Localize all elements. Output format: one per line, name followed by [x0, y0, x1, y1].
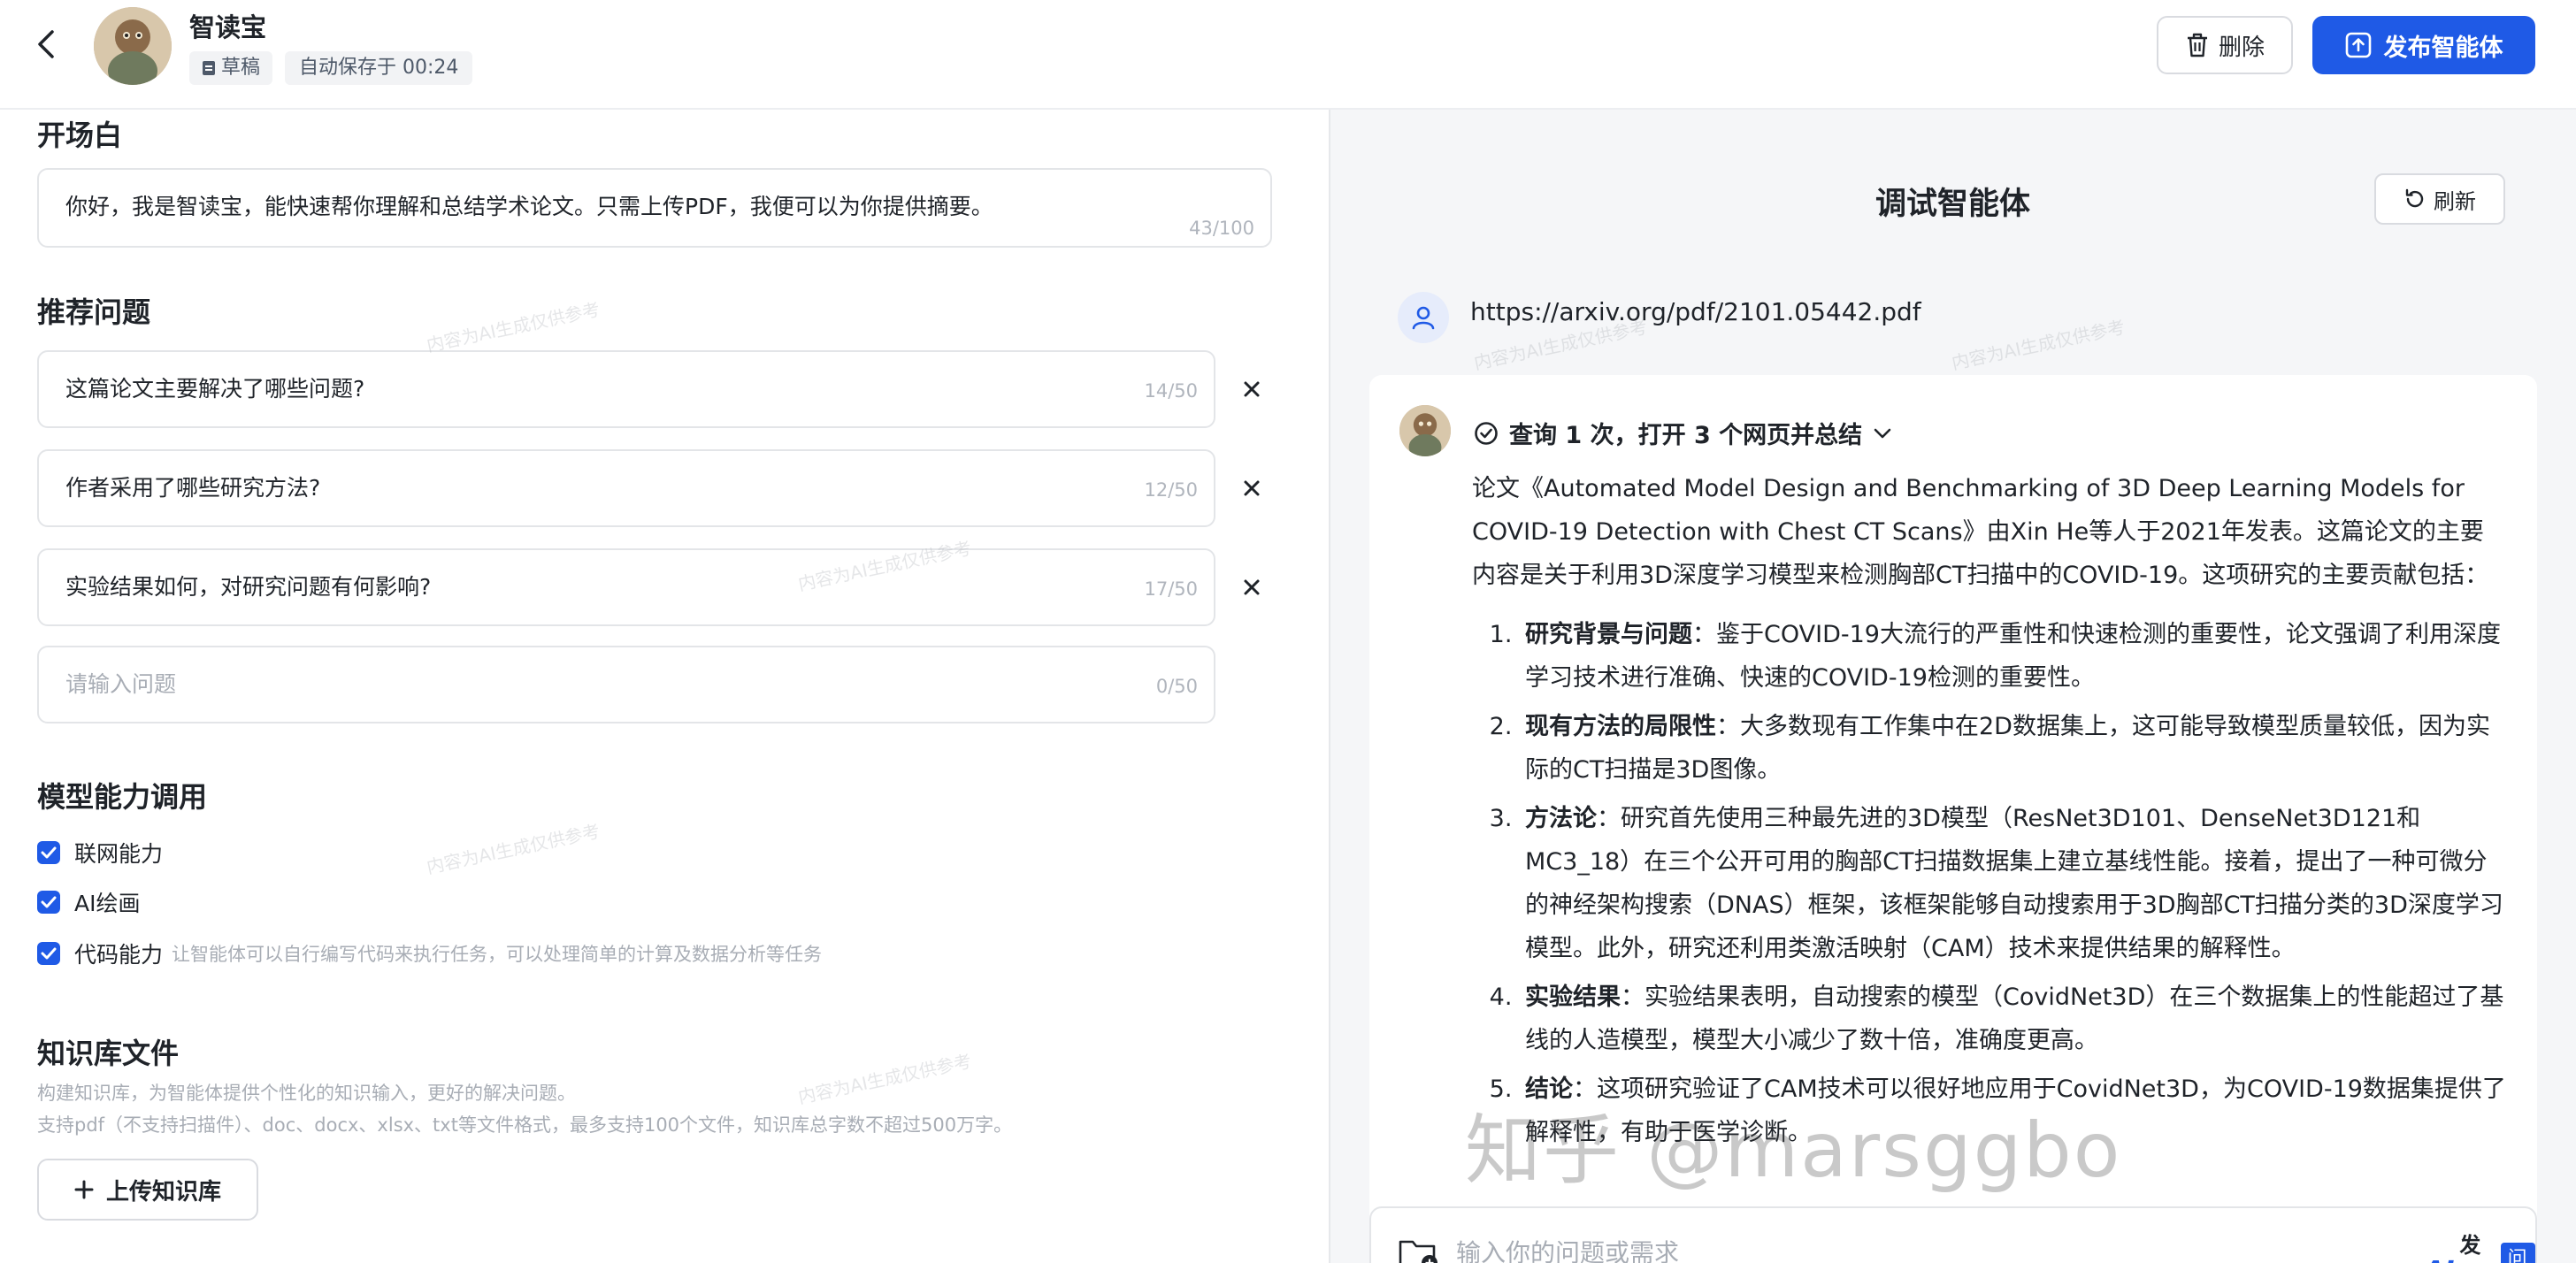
- opening-text: 你好，我是智读宝，能快速帮你理解和总结学术论文。只需上传PDF，我便可以为你提供…: [65, 194, 993, 219]
- trash-icon: [2187, 33, 2207, 57]
- remove-question-1-icon[interactable]: [1238, 376, 1265, 402]
- new-question-input[interactable]: 请输入问题 0/50: [37, 646, 1215, 723]
- draft-status-badge: 草稿: [189, 51, 273, 85]
- agent-config-panel: 开场白 你好，我是智读宝，能快速帮你理解和总结学术论文。只需上传PDF，我便可以…: [0, 110, 1329, 1263]
- capability-label: 联网能力: [74, 841, 164, 867]
- knowledge-format-note: 支持pdf（不支持扫描件）、doc、docx、xlsx、txt等文件格式，最多支…: [37, 1114, 1013, 1136]
- upload-icon: [2345, 32, 2371, 58]
- faint-watermark: 内容为AI生成仅供参考: [795, 1050, 974, 1108]
- point-heading: 方法论: [1525, 805, 1597, 832]
- new-question-placeholder: 请输入问题: [65, 671, 177, 697]
- knowledge-description: 构建知识库，为智能体提供个性化的知识输入，更好的解决问题。: [37, 1083, 576, 1104]
- opening-section-title: 开场白: [37, 119, 123, 152]
- publish-label: 发布智能体: [2383, 34, 2503, 62]
- autosave-badge: 自动保存于 00:24: [285, 51, 473, 85]
- debug-panel-title: 调试智能体: [1875, 187, 2031, 222]
- question-field-3[interactable]: 实验结果如何，对研究问题有何影响? 17/50: [37, 548, 1215, 626]
- upload-knowledge-button[interactable]: 上传知识库: [37, 1159, 258, 1221]
- draft-label: 草稿: [221, 57, 261, 79]
- question-text: 实验结果如何，对研究问题有何影响?: [65, 574, 432, 600]
- checkbox-checked-icon[interactable]: [37, 942, 60, 965]
- point-heading: 结论: [1525, 1075, 1573, 1103]
- brand-logo-mark: AI: [2424, 1256, 2454, 1263]
- question-text: 作者采用了哪些研究方法?: [65, 475, 321, 501]
- agent-title: 智读宝: [189, 12, 267, 42]
- search-summary-toggle[interactable]: 查询 1 次，打开 3 个网页并总结: [1474, 416, 1892, 450]
- remove-question-2-icon[interactable]: [1238, 475, 1265, 501]
- chat-input-bar: AI 发现AI 问答: [1369, 1206, 2537, 1263]
- brand-logo-badge: 问答: [2500, 1243, 2535, 1263]
- answer-intro: 论文《Automated Model Design and Benchmarki…: [1472, 475, 2489, 589]
- capabilities-section-title: 模型能力调用: [37, 780, 208, 814]
- top-bar: 智读宝 草稿 自动保存于 00:24 删除 发布智能体: [0, 0, 2576, 110]
- debug-panel: 调试智能体 刷新 https://arxiv.org/pdf/2101.0544…: [1329, 110, 2576, 1263]
- checkbox-checked-icon[interactable]: [37, 841, 60, 864]
- check-circle-icon: [1475, 421, 1498, 445]
- plus-icon: [74, 1180, 94, 1199]
- delete-button[interactable]: 删除: [2157, 16, 2293, 74]
- point-heading: 研究背景与问题: [1525, 621, 1692, 648]
- brand-logo-text: 发现AI: [2459, 1233, 2481, 1258]
- assistant-avatar: [1399, 405, 1451, 456]
- point-body: ：实验结果表明，自动搜索的模型（CovidNet3D）在三个数据集上的性能超过了…: [1525, 984, 2504, 1054]
- faint-watermark: 内容为AI生成仅供参考: [1949, 316, 2128, 374]
- answer-point: 现有方法的局限性：大多数现有工作集中在2D数据集上，这可能导致模型质量较低，因为…: [1520, 705, 2507, 792]
- answer-point: 结论：这项研究验证了CAM技术可以很好地应用于CovidNet3D，为COVID…: [1520, 1068, 2507, 1154]
- delete-label: 删除: [2218, 34, 2265, 61]
- user-message: https://arxiv.org/pdf/2101.05442.pdf: [1470, 297, 1921, 326]
- point-heading: 现有方法的局限性: [1525, 713, 1716, 740]
- publish-agent-button[interactable]: 发布智能体: [2312, 16, 2535, 74]
- answer-point: 方法论：研究首先使用三种最先进的3D模型（ResNet3D101、DenseNe…: [1520, 797, 2507, 970]
- back-arrow-icon[interactable]: [30, 27, 65, 62]
- answer-points-list: 研究背景与问题：鉴于COVID-19大流行的严重性和快速检测的重要性，论文强调了…: [1472, 613, 2507, 1154]
- attach-folder-icon[interactable]: [1398, 1235, 1440, 1263]
- point-body: ：研究首先使用三种最先进的3D模型（ResNet3D101、DenseNet3D…: [1525, 805, 2503, 962]
- capability-code[interactable]: 代码能力 让智能体可以自行编写代码来执行任务，可以处理简单的计算及数据分析等任务: [37, 936, 822, 971]
- capability-ai-drawing[interactable]: AI绘画: [37, 884, 140, 920]
- question-char-count: 12/50: [1144, 479, 1198, 501]
- chevron-down-icon: [1874, 428, 1891, 438]
- checkbox-checked-icon[interactable]: [37, 891, 60, 914]
- opening-text-field[interactable]: 你好，我是智读宝，能快速帮你理解和总结学术论文。只需上传PDF，我便可以为你提供…: [37, 168, 1272, 248]
- question-field-1[interactable]: 这篇论文主要解决了哪些问题? 14/50: [37, 350, 1215, 428]
- questions-section-title: 推荐问题: [37, 295, 151, 329]
- question-text: 这篇论文主要解决了哪些问题?: [65, 376, 365, 402]
- user-avatar-icon: [1398, 292, 1449, 343]
- upload-label: 上传知识库: [105, 1178, 221, 1206]
- document-icon: [203, 61, 215, 75]
- assistant-answer-card: 查询 1 次，打开 3 个网页并总结 论文《Automated Model De…: [1369, 375, 2537, 1263]
- brand-logo: AI 发现AI 问答: [2424, 1228, 2535, 1263]
- refresh-label: 刷新: [2434, 188, 2476, 214]
- question-field-2[interactable]: 作者采用了哪些研究方法? 12/50: [37, 449, 1215, 527]
- faint-watermark: 内容为AI生成仅供参考: [424, 298, 602, 356]
- question-char-count: 14/50: [1144, 380, 1198, 402]
- answer-point: 实验结果：实验结果表明，自动搜索的模型（CovidNet3D）在三个数据集上的性…: [1520, 976, 2507, 1062]
- capability-label: 代码能力: [74, 942, 164, 968]
- capability-label: AI绘画: [74, 891, 141, 916]
- search-status-text: 查询 1 次，打开 3 个网页并总结: [1509, 422, 1863, 449]
- answer-point: 研究背景与问题：鉴于COVID-19大流行的严重性和快速检测的重要性，论文强调了…: [1520, 613, 2507, 700]
- knowledge-section-title: 知识库文件: [37, 1037, 180, 1070]
- opening-char-count: 43/100: [1189, 218, 1254, 239]
- remove-question-3-icon[interactable]: [1238, 574, 1265, 601]
- point-body: ：这项研究验证了CAM技术可以很好地应用于CovidNet3D，为COVID-1…: [1525, 1075, 2506, 1146]
- refresh-icon: [2405, 188, 2424, 208]
- agent-avatar: [94, 7, 172, 85]
- question-char-count: 17/50: [1144, 578, 1198, 600]
- capability-web[interactable]: 联网能力: [37, 835, 163, 870]
- capability-description: 让智能体可以自行编写代码来执行任务，可以处理简单的计算及数据分析等任务: [172, 944, 823, 965]
- point-heading: 实验结果: [1525, 984, 1621, 1011]
- new-question-char-count: 0/50: [1155, 676, 1198, 697]
- chat-message-input[interactable]: [1456, 1226, 2341, 1263]
- answer-content: 论文《Automated Model Design and Benchmarki…: [1472, 467, 2507, 1160]
- faint-watermark: 内容为AI生成仅供参考: [424, 820, 602, 878]
- refresh-button[interactable]: 刷新: [2374, 173, 2505, 225]
